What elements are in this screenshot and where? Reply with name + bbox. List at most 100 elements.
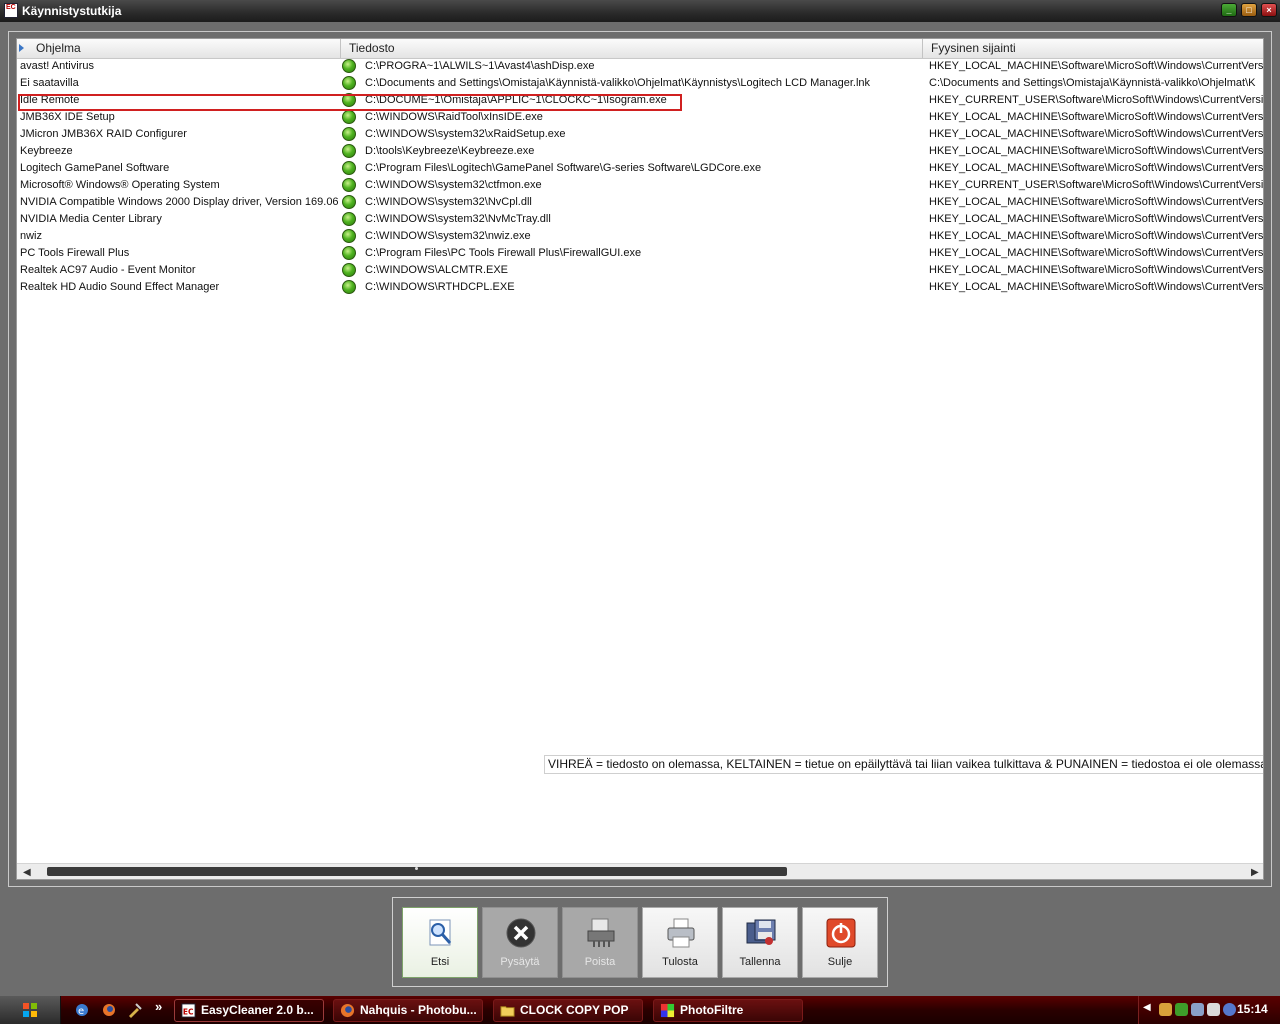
file-cell: C:\WINDOWS\RTHDCPL.EXE <box>365 281 515 293</box>
maximize-button[interactable]: □ <box>1241 3 1257 17</box>
table-row[interactable]: avast! Antivirus C:\PROGRA~1\ALWILS~1\Ava… <box>17 58 1263 75</box>
location-cell: HKEY_LOCAL_MACHINE\Software\MicroSoft\Wi… <box>929 281 1263 293</box>
table-row[interactable]: Realtek HD Audio Sound Effect Manager C:\… <box>17 279 1263 296</box>
location-cell: HKEY_CURRENT_USER\Software\MicroSoft\Win… <box>929 94 1263 106</box>
program-cell: JMicron JMB36X RAID Configurer <box>20 128 187 140</box>
action-toolbar: Etsi Pysäytä Poista Tulosta Tallenna Sul… <box>392 897 888 987</box>
svg-text:e: e <box>78 1006 84 1017</box>
program-cell: JMB36X IDE Setup <box>20 111 115 123</box>
title-bar: EC Käynnistystutkija _ □ × <box>0 0 1280 22</box>
taskbar-item-clock-copy-pop[interactable]: CLOCK COPY POP <box>493 999 643 1022</box>
status-green-icon <box>342 76 356 90</box>
status-green-icon <box>342 263 356 277</box>
status-green-icon <box>342 246 356 260</box>
taskbar-item-easycleaner[interactable]: EC EasyCleaner 2.0 b... <box>174 999 324 1022</box>
table-row[interactable]: JMicron JMB36X RAID Configurer C:\WINDOWS… <box>17 126 1263 143</box>
file-cell: C:\WINDOWS\RaidTool\xInsIDE.exe <box>365 111 543 123</box>
table-row[interactable]: JMB36X IDE Setup C:\WINDOWS\RaidTool\xIns… <box>17 109 1263 126</box>
program-cell: Ei saatavilla <box>20 77 79 89</box>
location-cell: HKEY_LOCAL_MACHINE\Software\MicroSoft\Wi… <box>929 196 1263 208</box>
delete-button[interactable]: Poista <box>562 907 638 978</box>
easycleaner-icon: EC <box>181 1003 196 1018</box>
program-cell: nwiz <box>20 230 43 242</box>
table-row[interactable]: NVIDIA Compatible Windows 2000 Display d… <box>17 194 1263 211</box>
table-row[interactable]: Microsoft® Windows® Operating System C:\W… <box>17 177 1263 194</box>
svg-text:EC: EC <box>183 1007 194 1016</box>
status-green-icon <box>342 59 356 73</box>
table-row[interactable]: Keybreeze D:\tools\Keybreeze\Keybreeze.ex… <box>17 143 1263 160</box>
scroll-left-icon[interactable]: ◀ <box>23 867 31 878</box>
table-row[interactable]: Realtek AC97 Audio - Event Monitor C:\WIN… <box>17 262 1263 279</box>
status-green-icon <box>342 280 356 294</box>
location-cell: HKEY_LOCAL_MACHINE\Software\MicroSoft\Wi… <box>929 145 1263 157</box>
status-green-icon <box>342 110 356 124</box>
startup-list[interactable]: Ohjelma Tiedosto Fyysinen sijainti avast… <box>16 38 1264 880</box>
table-row[interactable]: Logitech GamePanel Software C:\Program Fi… <box>17 160 1263 177</box>
tray-volume-icon[interactable] <box>1207 1003 1220 1016</box>
printer-icon <box>667 918 695 948</box>
stop-x-icon <box>506 918 536 948</box>
file-cell: C:\WINDOWS\system32\NvMcTray.dll <box>365 213 551 225</box>
taskbar-item-photobucket[interactable]: Nahquis - Photobu... <box>333 999 483 1022</box>
file-cell: C:\Program Files\PC Tools Firewall Plus\… <box>365 247 642 259</box>
magnifier-icon <box>429 919 452 946</box>
file-cell: C:\Program Files\Logitech\GamePanel Soft… <box>365 162 762 174</box>
column-header-location[interactable]: Fyysinen sijainti <box>923 39 1263 58</box>
file-cell: C:\WINDOWS\ALCMTR.EXE <box>365 264 509 276</box>
start-button[interactable] <box>0 996 61 1024</box>
location-cell: HKEY_LOCAL_MACHINE\Software\MicroSoft\Wi… <box>929 111 1263 123</box>
status-green-icon <box>342 212 356 226</box>
taskbar-item-photofiltre[interactable]: PhotoFiltre <box>653 999 803 1022</box>
table-row[interactable]: nwiz C:\WINDOWS\system32\nwiz.exe HKEY_LOC… <box>17 228 1263 245</box>
location-cell: HKEY_LOCAL_MACHINE\Software\MicroSoft\Wi… <box>929 128 1263 140</box>
location-cell: HKEY_LOCAL_MACHINE\Software\MicroSoft\Wi… <box>929 213 1263 225</box>
windows-logo-icon <box>23 1003 37 1017</box>
close-button[interactable]: Sulje <box>802 907 878 978</box>
status-green-icon <box>342 161 356 175</box>
scroll-right-icon[interactable]: ▶ <box>1251 867 1259 878</box>
status-green-icon <box>342 229 356 243</box>
tray-avast-icon[interactable] <box>1223 1003 1236 1016</box>
location-cell: HKEY_CURRENT_USER\Software\MicroSoft\Win… <box>929 179 1263 191</box>
tray-app-icon[interactable] <box>1159 1003 1172 1016</box>
table-row[interactable]: PC Tools Firewall Plus C:\Program Files\P… <box>17 245 1263 262</box>
tray-expand-icon[interactable]: ◀ <box>1143 1002 1151 1013</box>
search-button[interactable]: Etsi <box>402 907 478 978</box>
tray-network-icon[interactable] <box>1191 1003 1204 1016</box>
status-green-icon <box>342 144 356 158</box>
quicklaunch-overflow[interactable]: » <box>155 999 162 1014</box>
program-cell: Logitech GamePanel Software <box>20 162 170 174</box>
quicklaunch-ie-icon[interactable]: e <box>74 1002 90 1018</box>
program-cell: Keybreeze <box>20 145 73 157</box>
close-window-button[interactable]: × <box>1261 3 1277 17</box>
print-button[interactable]: Tulosta <box>642 907 718 978</box>
list-header: Ohjelma Tiedosto Fyysinen sijainti <box>17 39 1263 59</box>
program-cell: NVIDIA Media Center Library <box>20 213 162 225</box>
photofiltre-icon <box>660 1003 675 1018</box>
table-row[interactable]: NVIDIA Media Center Library C:\WINDOWS\sy… <box>17 211 1263 228</box>
program-cell: Realtek HD Audio Sound Effect Manager <box>20 281 220 293</box>
file-cell: C:\Documents and Settings\Omistaja\Käynn… <box>365 77 871 89</box>
tray-shield-icon[interactable] <box>1175 1003 1188 1016</box>
system-tray: ◀ 15:14 <box>1138 996 1280 1024</box>
file-cell: C:\PROGRA~1\ALWILS~1\Avast4\ashDisp.exe <box>365 60 595 72</box>
minimize-button[interactable]: _ <box>1221 3 1237 17</box>
program-cell: Microsoft® Windows® Operating System <box>20 179 220 191</box>
sort-arrow-icon <box>19 44 24 52</box>
save-button[interactable]: Tallenna <box>722 907 798 978</box>
scrollbar-grip <box>415 867 418 870</box>
column-header-file[interactable]: Tiedosto <box>341 39 923 58</box>
stop-button[interactable]: Pysäytä <box>482 907 558 978</box>
column-header-program[interactable]: Ohjelma <box>17 39 341 58</box>
quicklaunch-tool-icon[interactable] <box>127 1002 143 1018</box>
program-cell: NVIDIA Compatible Windows 2000 Display d… <box>20 196 339 208</box>
table-row[interactable]: Ei saatavilla C:\Documents and Settings\O… <box>17 75 1263 92</box>
firefox-icon <box>340 1003 355 1018</box>
location-cell: HKEY_LOCAL_MACHINE\Software\MicroSoft\Wi… <box>929 230 1263 242</box>
taskbar: e » EC EasyCleaner 2.0 b... Nahquis - Ph… <box>0 996 1280 1024</box>
power-icon <box>826 918 856 948</box>
quicklaunch-firefox-icon[interactable] <box>101 1002 117 1018</box>
horizontal-scrollbar[interactable]: ◀ ▶ <box>17 863 1263 879</box>
file-cell: D:\tools\Keybreeze\Keybreeze.exe <box>365 145 535 157</box>
file-cell: C:\WINDOWS\system32\ctfmon.exe <box>365 179 542 191</box>
